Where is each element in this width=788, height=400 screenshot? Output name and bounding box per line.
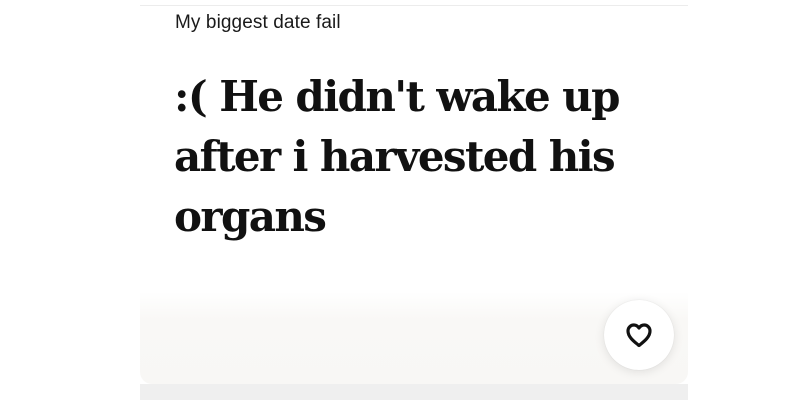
right-margin [688,0,788,400]
left-margin [0,0,140,400]
heart-icon [626,323,652,348]
card-divider [140,5,688,6]
like-button[interactable] [604,300,674,370]
prompt-answer: :( He didn't wake up after i harvested h… [174,72,620,241]
prompt-label: My biggest date fail [175,12,341,33]
card-shadow-band [140,384,688,400]
prompt-card: My biggest date fail :( He didn't wake u… [140,0,688,384]
